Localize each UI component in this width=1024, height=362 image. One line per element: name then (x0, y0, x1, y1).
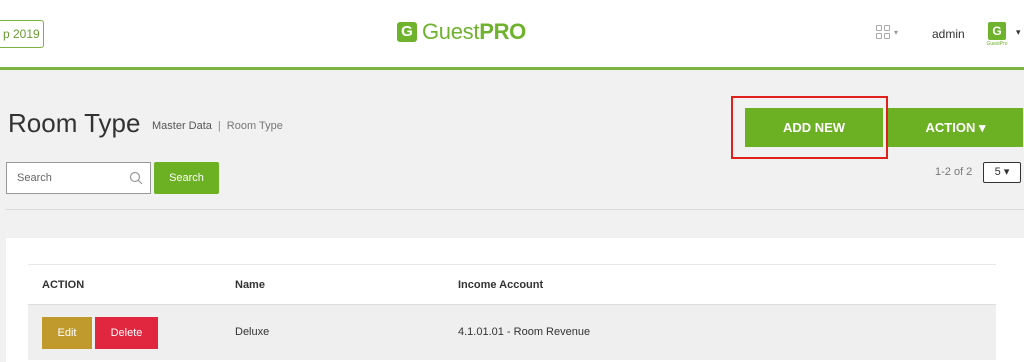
breadcrumb: Master Data | Room Type (152, 120, 283, 132)
user-menu-chevron-icon[interactable]: ▾ (1016, 27, 1021, 38)
avatar[interactable]: G GuestPro (985, 22, 1009, 52)
action-dropdown-button[interactable]: ACTION ▾ (888, 108, 1023, 147)
cell-income-account: 4.1.01.01 - Room Revenue (458, 326, 591, 338)
search-field[interactable] (6, 162, 151, 194)
avatar-logo-text: GuestPro (986, 41, 1008, 47)
divider (6, 209, 1024, 210)
search-button[interactable]: Search (154, 162, 219, 194)
user-name[interactable]: admin (932, 27, 965, 41)
highlight-box (731, 96, 888, 159)
table-row: Edit Delete Deluxe 4.1.01.01 - Room Reve… (28, 304, 996, 360)
page-size-select[interactable]: 5 ▾ (983, 162, 1021, 183)
cell-name: Deluxe (235, 326, 270, 338)
breadcrumb-parent[interactable]: Master Data (152, 120, 212, 132)
column-header-action: ACTION (42, 279, 85, 291)
chevron-down-icon: ▾ (894, 27, 899, 37)
period-button[interactable]: p 2019 (0, 20, 44, 48)
logo-text-light: Guest (422, 19, 480, 44)
page-title: Room Type (8, 108, 141, 138)
search-icon[interactable] (129, 171, 143, 185)
column-header-income-account[interactable]: Income Account (458, 279, 543, 291)
logo-text: GuestPRO (422, 19, 526, 45)
apps-grid-icon (876, 25, 890, 39)
edit-button[interactable]: Edit (42, 317, 92, 349)
breadcrumb-current: Room Type (226, 120, 283, 132)
avatar-logo-icon: G (988, 22, 1006, 40)
apps-menu-button[interactable]: ▾ (876, 25, 898, 39)
table-header: ACTION Name Income Account (28, 264, 996, 304)
search-input[interactable] (17, 163, 122, 193)
logo-mark-icon: G (397, 22, 417, 42)
guestpro-logo[interactable]: G GuestPRO (397, 19, 526, 45)
top-navbar: p 2019 G GuestPRO ▾ admin G GuestPro ▾ (0, 0, 1024, 70)
delete-button[interactable]: Delete (95, 317, 158, 349)
column-header-name[interactable]: Name (235, 279, 265, 291)
logo-text-bold: PRO (479, 19, 526, 44)
pagination-range: 1-2 of 2 (935, 166, 973, 178)
breadcrumb-separator: | (217, 120, 221, 132)
